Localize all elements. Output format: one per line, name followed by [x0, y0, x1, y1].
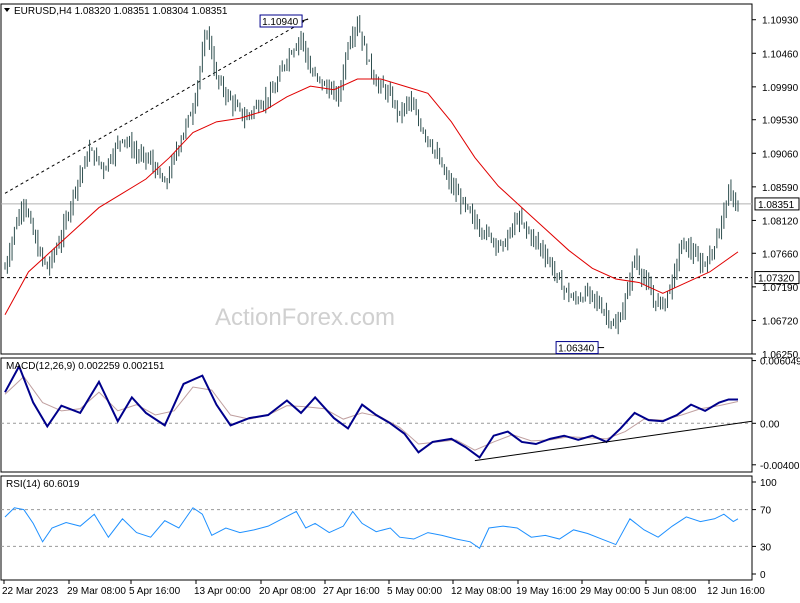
price-axis-label: 1.10930 [762, 16, 799, 27]
support-level-label: 1.07320 [758, 274, 795, 285]
price-axis-label: 1.06720 [762, 316, 799, 327]
price-axis-label: 1.08590 [762, 183, 799, 194]
price-axis-label: 1.09990 [762, 83, 799, 94]
x-axis-label: 29 May 00:00 [580, 586, 641, 597]
x-axis-label: 20 Apr 08:00 [259, 586, 316, 597]
x-axis-label: 19 May 16:00 [516, 586, 577, 597]
rsi-axis-label: 70 [760, 506, 772, 517]
x-axis-label: 12 May 08:00 [451, 586, 512, 597]
panel-frame-0 [0, 3, 753, 355]
main-title: EURUSD,H4 1.08320 1.08351 1.08304 1.0835… [14, 6, 228, 17]
x-axis-label: 27 Apr 16:00 [323, 586, 380, 597]
x-axis-label: 22 Mar 2023 [2, 586, 59, 597]
price-axis-label: 1.08120 [762, 216, 799, 227]
macd-axis-label: 0.00 [760, 419, 780, 430]
macd-axis-label: -0.004005 [760, 461, 800, 472]
price-axis-label: 1.10460 [762, 49, 799, 60]
rsi-axis-label: 30 [760, 542, 772, 553]
high-label: 1.10940 [262, 17, 299, 28]
macd-axis-label: 0.006049 [760, 357, 800, 368]
watermark: ActionForex.com [215, 304, 395, 331]
low-label: 1.06340 [558, 344, 595, 355]
x-axis-label: 5 Apr 16:00 [129, 586, 181, 597]
x-axis-label: 12 Jun 16:00 [707, 586, 765, 597]
price-axis-label: 1.09060 [762, 149, 799, 160]
eurusd-chart-window[interactable]: 1.10930 1.10460 1.09990 1.09530 1.09060 1.085… [0, 0, 800, 600]
panel-frame-2 [0, 475, 753, 581]
price-axis-label: 1.07660 [762, 249, 799, 260]
price-axis-label: 1.09530 [762, 116, 799, 127]
rsi-title: RSI(14) 60.6019 [6, 479, 80, 490]
chart-canvas[interactable]: 1.10930 1.10460 1.09990 1.09530 1.09060 1.085… [0, 0, 800, 600]
x-axis-label: 29 Mar 08:00 [67, 586, 126, 597]
x-axis-label: 13 Apr 00:00 [194, 586, 251, 597]
rsi-axis-label: 100 [760, 478, 777, 489]
last-price-label: 1.08351 [758, 200, 795, 211]
x-axis-label: 5 May 00:00 [387, 586, 442, 597]
macd-title: MACD(12,26,9) 0.002259 0.002151 [6, 361, 165, 372]
x-axis-label: 5 Jun 08:00 [644, 586, 697, 597]
rsi-axis-label: 0 [760, 570, 766, 581]
